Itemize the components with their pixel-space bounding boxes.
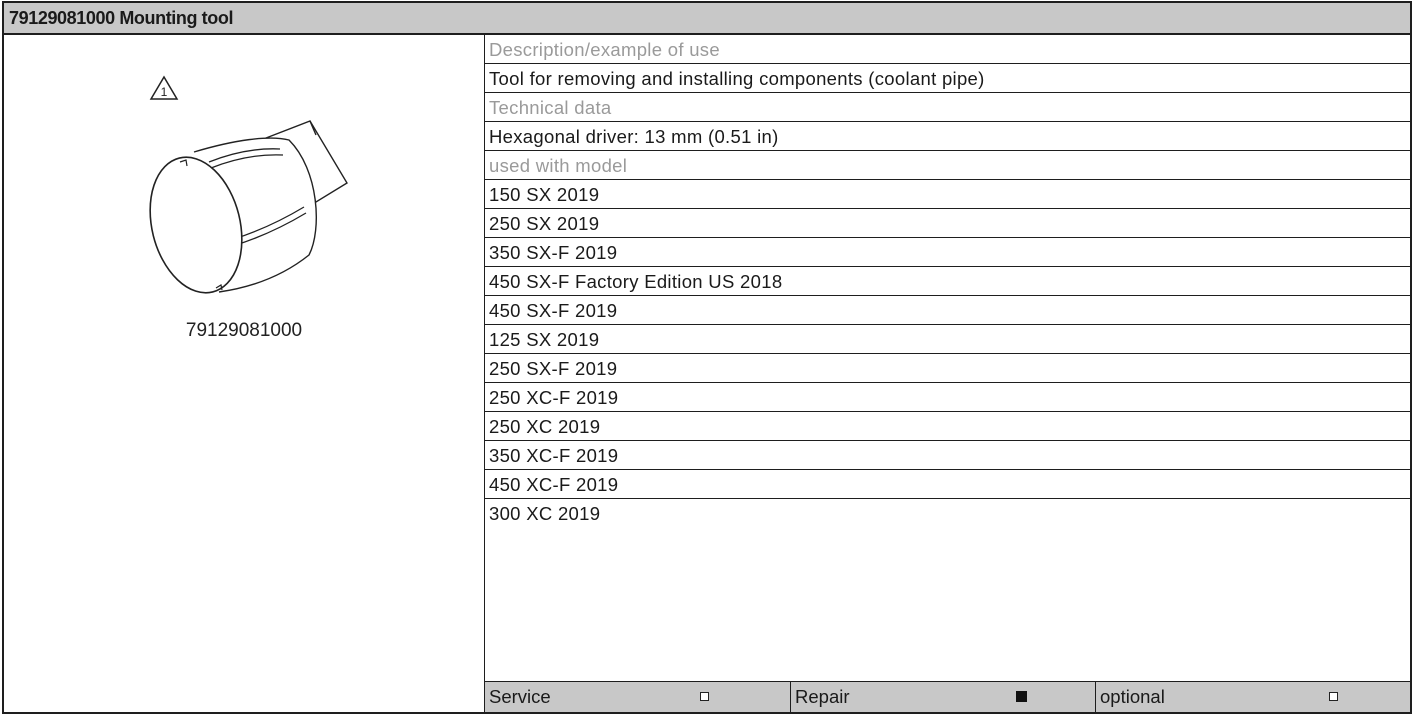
optional-cell: optional [1095, 682, 1410, 712]
model-item: 450 SX-F Factory Edition US 2018 [485, 267, 1410, 296]
technical-data-text: Hexagonal driver: 13 mm (0.51 in) [485, 122, 1410, 151]
usage-footer: Service Repair optional [485, 681, 1410, 712]
model-item: 250 SX 2019 [485, 209, 1410, 238]
repair-label: Repair [795, 686, 850, 707]
service-checkbox-icon [700, 692, 709, 701]
service-cell: Service [485, 682, 790, 712]
model-item: 250 SX-F 2019 [485, 354, 1410, 383]
model-item: 250 XC 2019 [485, 412, 1410, 441]
model-item: 350 XC-F 2019 [485, 441, 1410, 470]
title-bar: 79129081000 Mounting tool [4, 3, 1410, 35]
models-label: used with model [485, 151, 1410, 180]
service-label: Service [489, 686, 551, 707]
optional-checkbox-icon [1329, 692, 1338, 701]
mounting-tool-illustration: 1 [149, 75, 348, 294]
tool-sheet: 79129081000 Mounting tool 1 79129081000 … [2, 1, 1412, 714]
model-item: 300 XC 2019 [489, 503, 601, 524]
part-number-label: 79129081000 [185, 320, 303, 341]
repair-cell: Repair [790, 682, 1095, 712]
model-item: 450 SX-F 2019 [485, 296, 1410, 325]
description-label: Description/example of use [485, 35, 1410, 64]
page-title: 79129081000 Mounting tool [9, 8, 234, 28]
model-item: 350 SX-F 2019 [485, 238, 1410, 267]
figure-panel: 1 79129081000 [4, 35, 485, 712]
model-item: 450 XC-F 2019 [485, 470, 1410, 499]
technical-data-label: Technical data [485, 93, 1410, 122]
optional-label: optional [1100, 686, 1165, 707]
details-panel: Description/example of use Tool for remo… [485, 35, 1410, 712]
model-item: 250 XC-F 2019 [485, 383, 1410, 412]
repair-checkbox-icon [1016, 691, 1027, 702]
description-text: Tool for removing and installing compone… [485, 64, 1410, 93]
callout-number: 1 [161, 85, 168, 99]
model-item: 150 SX 2019 [485, 180, 1410, 209]
model-item: 125 SX 2019 [485, 325, 1410, 354]
callout-triangle-icon: 1 [149, 75, 179, 100]
